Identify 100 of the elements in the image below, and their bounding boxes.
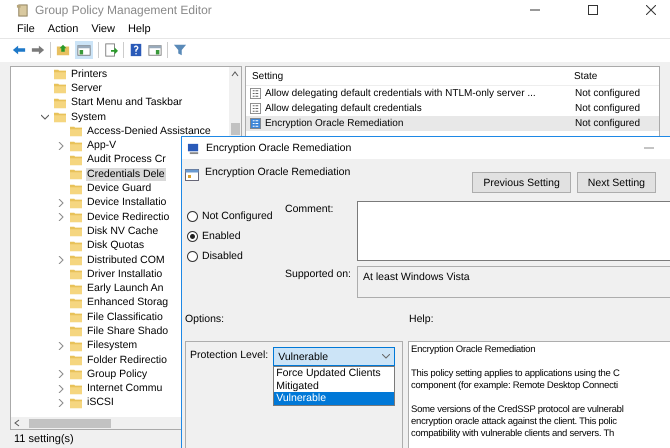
folder-icon xyxy=(53,82,67,94)
folder-icon xyxy=(69,125,83,138)
policy-heading: Encryption Oracle Remediation xyxy=(205,166,350,178)
scroll-left-icon[interactable] xyxy=(13,419,21,427)
tree-item[interactable]: Filesystem xyxy=(86,339,138,352)
dropdown-option[interactable]: Force Updated Clients xyxy=(274,367,394,380)
supported-on-value: At least Windows Vista xyxy=(363,271,470,283)
chevron-down-icon[interactable] xyxy=(41,113,49,122)
chevron-right-icon[interactable] xyxy=(57,342,65,350)
radio-label[interactable]: Enabled xyxy=(202,230,241,242)
folder-icon xyxy=(69,268,83,280)
table-cell: Not configured xyxy=(575,118,640,129)
maximize-icon[interactable] xyxy=(588,5,598,15)
scroll-icon xyxy=(16,4,29,16)
radio-button[interactable] xyxy=(187,230,198,242)
tree-item[interactable]: System xyxy=(70,110,108,124)
folder-icon xyxy=(69,325,83,338)
filter-icon[interactable] xyxy=(173,43,187,57)
table-cell-text: Allow delegating default credentials xyxy=(265,103,423,114)
setting-row[interactable]: Allow delegating default credentials Not configured xyxy=(246,101,659,116)
close-icon[interactable] xyxy=(646,5,656,15)
policy-icon xyxy=(250,103,261,114)
dialog-title: Encryption Oracle Remediation xyxy=(206,142,352,154)
folder-icon xyxy=(69,182,83,195)
folder-icon xyxy=(69,240,83,252)
export-list-icon[interactable] xyxy=(104,43,118,57)
folder-icon xyxy=(53,111,67,124)
options-label: Options: xyxy=(185,313,226,327)
folder-icon xyxy=(69,140,83,152)
radio-label[interactable]: Disabled xyxy=(202,250,243,262)
computer-icon xyxy=(187,142,200,154)
column-header[interactable]: State xyxy=(570,70,598,82)
help-paragraph: Some versions of the CredSSP protocol are vulnerabl encryption oracle attack against the client. This polic compatibility with vulnerable clients and servers. Th xyxy=(411,404,625,440)
tree-item[interactable]: Group Policy xyxy=(86,368,148,381)
radio-button[interactable] xyxy=(187,250,198,262)
tree-item[interactable]: Driver Installatio xyxy=(86,268,164,281)
status-text: 11 setting(s) xyxy=(14,433,74,445)
tree-item[interactable]: Folder Redirectio xyxy=(86,354,168,367)
tree-item[interactable]: Audit Process Cr xyxy=(86,153,167,166)
window-title: Group Policy Management Editor xyxy=(35,3,212,17)
panel-icon[interactable] xyxy=(148,43,162,57)
chevron-right-icon[interactable] xyxy=(57,213,65,222)
menu-item[interactable]: Action xyxy=(48,23,78,35)
tree-item[interactable]: Server xyxy=(70,82,103,95)
tree-item[interactable]: Internet Commu xyxy=(86,382,164,396)
tree-item[interactable]: Start Menu and Taskbar xyxy=(70,96,184,110)
chevron-right-icon[interactable] xyxy=(57,370,65,378)
dropdown-option[interactable]: Mitigated xyxy=(274,380,394,392)
chevron-right-icon[interactable] xyxy=(57,384,65,393)
back-arrow-icon[interactable] xyxy=(12,43,26,57)
tree-item[interactable]: Device Redirectio xyxy=(86,210,170,224)
folder-icon xyxy=(69,282,83,295)
folder-up-icon[interactable] xyxy=(56,43,70,57)
menu-item[interactable]: Help xyxy=(128,23,151,35)
column-header[interactable]: Setting xyxy=(246,70,570,82)
navigation-button[interactable]: Next Setting xyxy=(576,172,656,193)
folder-icon xyxy=(69,254,83,266)
tree-item[interactable]: Access-Denied Assistance xyxy=(86,124,212,138)
menu-item[interactable]: File xyxy=(17,23,35,35)
folder-icon xyxy=(69,225,83,238)
tree-item[interactable]: App-V xyxy=(86,139,118,152)
chevron-right-icon[interactable] xyxy=(57,398,65,407)
tree-item[interactable]: Device Guard xyxy=(86,182,152,196)
tree-item[interactable]: File Share Shado xyxy=(86,324,170,338)
radio-button[interactable] xyxy=(187,210,198,222)
tree-item[interactable]: Disk NV Cache xyxy=(86,224,160,238)
protection-level-dropdown[interactable]: Vulnerable xyxy=(273,347,396,366)
folder-icon xyxy=(69,354,83,366)
tree-item[interactable]: Credentials Dele xyxy=(86,168,166,181)
chevron-right-icon[interactable] xyxy=(57,198,65,207)
setting-row[interactable]: Allow delegating default credentials with NTLM-only server ... Not configured xyxy=(246,86,659,101)
tree-item[interactable]: iSCSI xyxy=(86,396,115,410)
scroll-thumb[interactable] xyxy=(29,418,111,428)
folder-icon xyxy=(69,296,83,309)
tree-item[interactable]: File Classificatio xyxy=(86,310,164,324)
tree-item[interactable]: Distributed COM xyxy=(86,254,166,266)
help-paragraph: This policy setting applies to applications using the C component (for example: Remote Desktop Connecti xyxy=(411,368,621,392)
forward-arrow-icon[interactable] xyxy=(31,43,45,57)
tree-item[interactable]: Disk Quotas xyxy=(86,239,146,252)
scroll-thumb[interactable] xyxy=(230,123,240,135)
supported-on-label: Supported on: xyxy=(285,267,352,282)
tree-item[interactable]: Printers xyxy=(70,68,108,81)
dropdown-option[interactable]: Vulnerable xyxy=(274,392,394,404)
chevron-right-icon[interactable] xyxy=(57,142,65,150)
help-label: Help: xyxy=(409,313,434,327)
console-tree-button[interactable] xyxy=(75,41,93,59)
comment-field[interactable] xyxy=(357,201,670,261)
scroll-up-icon[interactable] xyxy=(231,70,239,78)
tree-item[interactable]: Device Installatio xyxy=(86,196,168,210)
help-icon[interactable] xyxy=(129,43,143,57)
folder-icon xyxy=(69,382,83,395)
chevron-right-icon[interactable] xyxy=(57,256,65,264)
table-cell: Not configured xyxy=(575,103,640,114)
radio-label[interactable]: Not Configured xyxy=(202,210,273,222)
tree-item[interactable]: Enhanced Storag xyxy=(86,296,170,310)
navigation-button[interactable]: Previous Setting xyxy=(472,172,571,193)
setting-row[interactable]: Encryption Oracle Remediation Not configured xyxy=(246,116,659,131)
menu-item[interactable]: View xyxy=(91,23,115,35)
folder-icon xyxy=(69,311,83,324)
tree-item[interactable]: Early Launch An xyxy=(86,282,164,296)
